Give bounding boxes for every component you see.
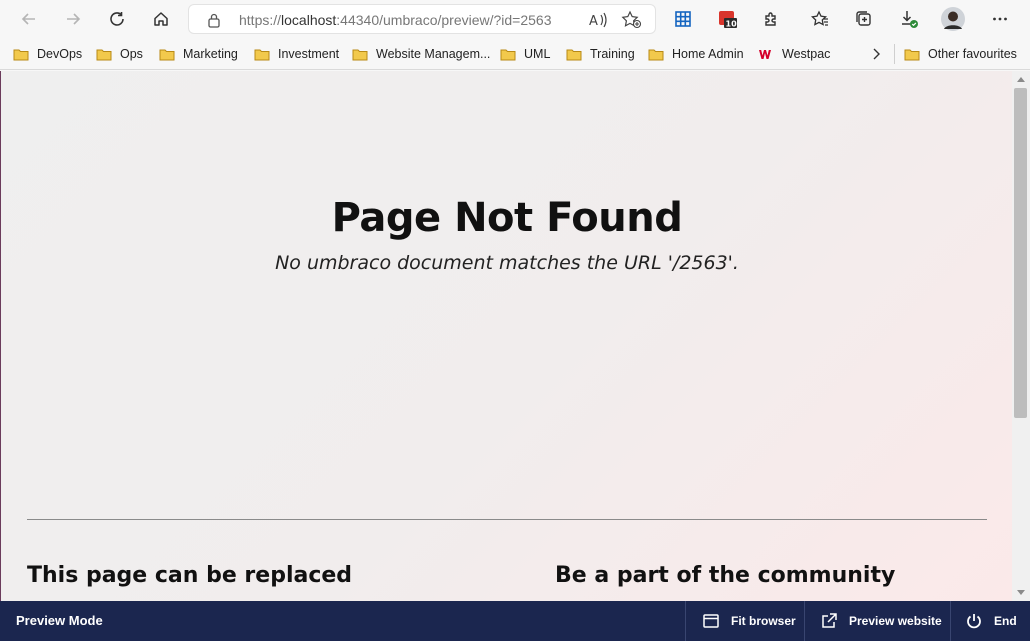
section-divider (27, 519, 987, 520)
preview-website-label: Preview website (849, 614, 942, 628)
back-icon (21, 13, 35, 25)
bookmark-label: Home Admin (672, 47, 744, 61)
bookmark-folder[interactable]: Training (566, 44, 635, 64)
avatar (941, 7, 965, 31)
more-button[interactable] (986, 5, 1014, 33)
favorites-icon (811, 10, 828, 26)
page-subtitle: No umbraco document matches the URL '/25… (275, 252, 739, 274)
bookmark-label: Training (590, 47, 635, 61)
browser-window-icon (703, 614, 719, 628)
home-button[interactable] (147, 5, 175, 33)
bookmark-label: Website Managem... (376, 47, 491, 61)
preview-bar: Preview Mode Fit browser Preview website… (0, 601, 1030, 641)
downloads-icon (902, 11, 918, 28)
forward-icon (67, 13, 81, 25)
bookmark-label: Ops (120, 47, 143, 61)
fit-browser-label: Fit browser (731, 614, 796, 628)
refresh-button[interactable] (103, 5, 131, 33)
power-icon (967, 614, 981, 629)
more-icon (993, 17, 1007, 21)
home-icon (154, 12, 168, 26)
favorites-button[interactable] (806, 5, 834, 33)
forward-button[interactable] (59, 5, 87, 33)
bookmark-label: Investment (278, 47, 340, 61)
favorite-add-icon[interactable] (621, 10, 643, 30)
bookmark-folder[interactable]: Ops (96, 44, 143, 64)
bookmark-folder[interactable]: UML (500, 44, 550, 64)
page-title: Page Not Found (331, 195, 683, 241)
preview-mode-label: Preview Mode (16, 613, 103, 628)
bookmarks-bar: DevOps Ops Marketing Investment Website … (0, 38, 1030, 70)
folder-icon (500, 48, 516, 61)
lock-icon (208, 13, 220, 28)
apps-button[interactable] (669, 5, 697, 33)
end-preview-button[interactable]: End (950, 601, 1030, 641)
apps-grid-icon (675, 11, 691, 27)
other-favourites-folder[interactable]: Other favourites (904, 44, 1017, 64)
bookmark-label: DevOps (37, 47, 83, 61)
collections-icon (856, 11, 871, 26)
fit-browser-button[interactable]: Fit browser (685, 601, 804, 641)
browser-toolbar: https://localhost:44340/umbraco/preview/… (0, 0, 1030, 38)
folder-icon (13, 48, 29, 61)
folder-icon (352, 48, 368, 61)
page-content: Page Not Found No umbraco document match… (0, 71, 1012, 601)
address-bar[interactable]: https://localhost:44340/umbraco/preview/… (188, 4, 656, 34)
url-host: localhost (281, 12, 337, 28)
bookmark-westpac[interactable]: Westpac (758, 44, 830, 64)
bookmark-folder[interactable]: Website Managem... (352, 44, 490, 64)
folder-icon (96, 48, 112, 61)
url-text[interactable]: https://localhost:44340/umbraco/preview/… (239, 12, 552, 28)
bookmark-label: Marketing (183, 47, 238, 61)
bookmark-label: Westpac (782, 47, 831, 61)
folder-icon (254, 48, 270, 61)
folder-icon (904, 48, 920, 61)
bookmark-folder[interactable]: Marketing (159, 44, 238, 64)
calendar-badge: 10 (726, 20, 738, 29)
url-rest: :44340/umbraco/preview/?id=2563 (336, 12, 552, 28)
bookmark-label: UML (524, 47, 551, 61)
collections-button[interactable] (850, 5, 878, 33)
folder-icon (159, 48, 175, 61)
profile-button[interactable] (939, 5, 967, 33)
bookmark-folder[interactable]: Investment (254, 44, 339, 64)
folder-icon (566, 48, 582, 61)
scroll-down-arrow[interactable] (1017, 590, 1025, 595)
folder-icon (648, 48, 664, 61)
downloads-button[interactable] (895, 5, 923, 33)
calendar-icon: 10 (719, 11, 738, 29)
section-heading-replace: This page can be replaced (27, 563, 353, 588)
other-favourites-label: Other favourites (928, 47, 1017, 61)
bookmark-folder[interactable]: Home Admin (648, 44, 744, 64)
url-scheme: https:// (239, 12, 282, 28)
refresh-icon (110, 12, 124, 26)
svg-text:A: A (589, 14, 598, 29)
calendar-button[interactable]: 10 (714, 5, 742, 33)
read-aloud-icon[interactable]: A (587, 10, 609, 30)
chevron-right-icon (873, 48, 880, 60)
extensions-icon (765, 12, 776, 26)
scroll-thumb[interactable] (1014, 88, 1027, 418)
external-link-icon (822, 613, 837, 628)
preview-website-button[interactable]: Preview website (804, 601, 950, 641)
westpac-icon (758, 48, 774, 61)
bookmarks-overflow-button[interactable] (871, 44, 881, 64)
section-heading-community: Be a part of the community (555, 563, 896, 588)
bookmarks-divider (894, 44, 895, 64)
extensions-button[interactable] (757, 5, 785, 33)
vertical-scrollbar[interactable] (1012, 71, 1030, 601)
back-button[interactable] (15, 5, 43, 33)
bookmark-folder[interactable]: DevOps (13, 44, 82, 64)
end-label: End (994, 614, 1017, 628)
scroll-up-arrow[interactable] (1017, 77, 1025, 82)
